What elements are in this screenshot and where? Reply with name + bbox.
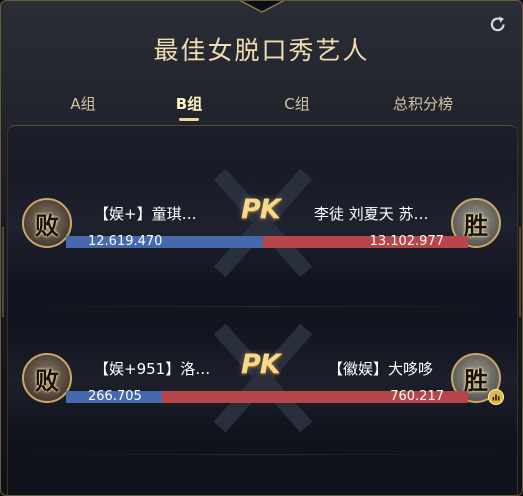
tab-group-c[interactable]: C组 <box>275 93 319 114</box>
page-title: 最佳女脱口秀艺人 <box>153 36 370 65</box>
vote-progress-bar: 266.705 760.217 <box>66 389 468 404</box>
right-contestant-name[interactable]: 李徒 刘夏天 苏… <box>314 203 429 224</box>
left-score: 12.619.470 <box>88 234 163 249</box>
tab-label: C组 <box>284 95 310 113</box>
left-contestant-name[interactable]: 【娱+】童琪… <box>94 203 197 224</box>
left-score: 266.705 <box>88 389 142 404</box>
matches-panel: 败 【娱+】童琪… PK 李徒 刘夏天 苏… 胜 12.619.470 13.1… <box>7 125 518 495</box>
left-avatar[interactable]: 败 <box>22 198 72 248</box>
vote-progress-bar: 12.619.470 13.102.977 <box>66 234 468 249</box>
left-edge-glint <box>1 227 5 317</box>
right-edge-glint <box>518 227 522 317</box>
tab-label: 总积分榜 <box>392 95 453 113</box>
match-divider <box>22 306 503 307</box>
top-ornament <box>239 1 285 13</box>
group-tabs: A组 B组 C组 总积分榜 <box>1 93 522 123</box>
right-contestant-name[interactable]: 【徽娱】大哆哆 <box>328 358 433 379</box>
tab-group-b[interactable]: B组 <box>167 93 211 121</box>
left-avatar[interactable]: 败 <box>22 353 72 403</box>
match-card: 败 【娱+951】洛… PK 【徽娱】大哆哆 胜 266.705 760.217 <box>8 321 517 441</box>
tab-label: A组 <box>70 95 96 113</box>
pk-label: PK <box>241 194 281 225</box>
left-contestant-name[interactable]: 【娱+951】洛… <box>94 358 210 379</box>
active-tab-indicator <box>179 118 199 121</box>
right-score: 760.217 <box>390 389 444 404</box>
tab-group-a[interactable]: A组 <box>61 93 105 114</box>
right-score: 13.102.977 <box>369 234 444 249</box>
match-card: 败 【娱+】童琪… PK 李徒 刘夏天 苏… 胜 12.619.470 13.1… <box>8 166 517 286</box>
defeat-label: 败 <box>35 211 59 240</box>
match-divider <box>22 454 503 455</box>
crossed-swords-icon <box>213 168 313 278</box>
chart-badge-icon <box>488 389 504 405</box>
defeat-label: 败 <box>35 366 59 395</box>
tab-label: B组 <box>175 95 203 113</box>
tab-total-ranking[interactable]: 总积分榜 <box>385 93 461 114</box>
pk-label: PK <box>241 349 281 380</box>
ranking-widget: 最佳女脱口秀艺人 A组 B组 C组 总积分榜 败 【娱+】童琪… PK 李徒 刘… <box>0 0 523 496</box>
crossed-swords-icon <box>213 323 313 433</box>
